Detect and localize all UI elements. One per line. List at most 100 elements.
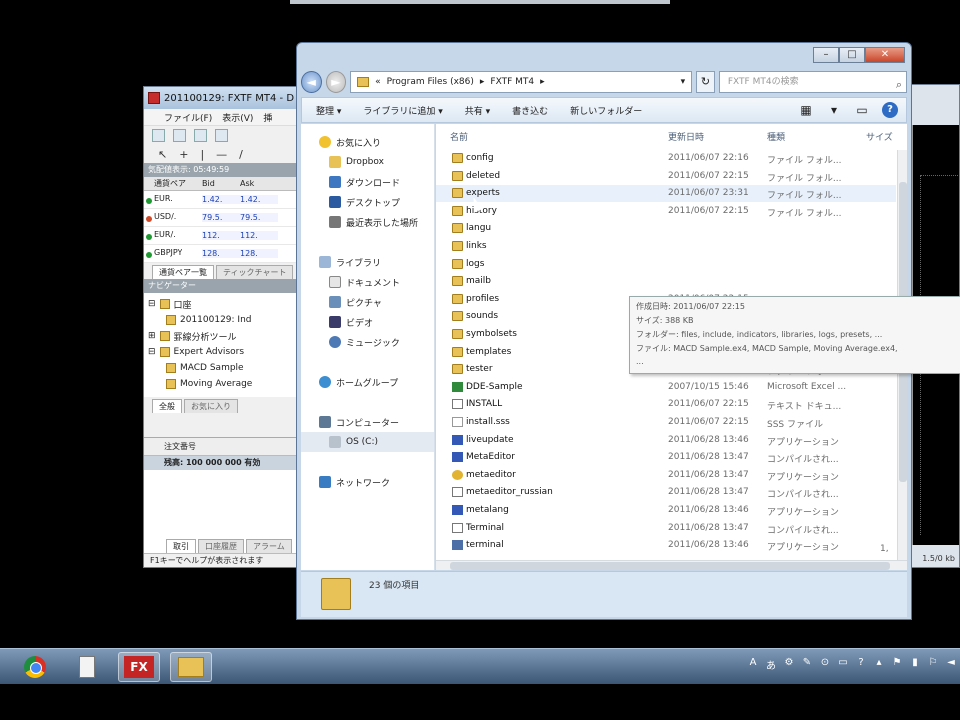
tab-alerts[interactable]: アラーム	[246, 539, 292, 553]
file-row[interactable]: liveupdate 2011/06/28 13:46 アプリケーション	[436, 432, 896, 449]
tray-icon[interactable]: ▭	[838, 657, 848, 672]
breadcrumb-program-files[interactable]: Program Files (x86)	[387, 77, 474, 87]
col-date-modified[interactable]: 更新日時	[668, 130, 704, 143]
col-bid[interactable]: Bid	[202, 179, 240, 188]
share-button[interactable]: 共有 ▾	[465, 104, 490, 117]
menu-file[interactable]: ファイル(F)	[164, 111, 212, 124]
breadcrumb-chevron[interactable]: «	[375, 77, 381, 87]
col-name[interactable]: 名前	[450, 130, 468, 143]
file-row[interactable]: history 2011/06/07 22:15 ファイル フォル...	[436, 203, 896, 220]
file-row[interactable]: DDE-Sample 2007/10/15 15:46 Microsoft Exce…	[436, 379, 896, 396]
nav-drive-c[interactable]: OS (C:)	[301, 432, 434, 452]
menu-view[interactable]: 表示(V)	[222, 111, 253, 124]
file-row[interactable]: install.sss 2011/06/07 22:15 SSS ファイル	[436, 414, 896, 431]
col-type[interactable]: 種類	[767, 130, 785, 143]
address-dropdown-icon[interactable]: ▾	[681, 77, 692, 87]
file-row[interactable]: MetaEditor 2011/06/28 13:47 コンパイルされ...	[436, 449, 896, 466]
back-button[interactable]: ◄	[301, 71, 322, 93]
tray-icon[interactable]: A	[748, 657, 758, 672]
breadcrumb-fxtf-mt4[interactable]: FXTF MT4	[490, 77, 534, 87]
file-row[interactable]: mailb	[436, 273, 896, 290]
tab-trade[interactable]: 取引	[166, 539, 196, 553]
nav-recent-places[interactable]: 最近表示した場所	[301, 212, 434, 232]
file-row[interactable]: langu	[436, 220, 896, 237]
market-watch-row[interactable]: EUR. 1.42. 1.42.	[144, 191, 302, 209]
nav-expert-advisors[interactable]: ⊟ Expert Advisors	[148, 344, 298, 360]
market-watch-row[interactable]: EUR/. 112. 112.	[144, 227, 302, 245]
nav-documents[interactable]: ドキュメント	[301, 272, 434, 292]
tray-icon[interactable]: ◄	[946, 657, 956, 672]
tray-icon[interactable]: ⚐	[928, 657, 938, 672]
organize-button[interactable]: 整理 ▾	[316, 104, 341, 117]
tab-account-history[interactable]: 口座履歴	[198, 539, 244, 553]
trendline-icon[interactable]: /	[239, 148, 243, 161]
tray-icon[interactable]: ▮	[910, 657, 920, 672]
cursor-tool-icon[interactable]: ↖	[158, 148, 167, 161]
nav-homegroup[interactable]: ホームグループ	[301, 372, 434, 392]
terminal-header[interactable]: 注文番号	[144, 438, 302, 456]
explorer-window[interactable]: – □ ✕ ◄ ► « Program Files (x86) ▸ FXTF M…	[296, 42, 960, 620]
horizontal-scrollbar[interactable]	[436, 560, 907, 570]
file-row[interactable]: logs	[436, 256, 896, 273]
market-watch-row[interactable]: USD/. 79.5. 79.5.	[144, 209, 302, 227]
close-button[interactable]: ✕	[865, 47, 905, 63]
file-row[interactable]: deleted 2011/06/07 22:15 ファイル フォル...	[436, 168, 896, 185]
taskbar-document[interactable]	[66, 652, 108, 682]
file-row[interactable]: metalang 2011/06/28 13:46 アプリケーション	[436, 502, 896, 519]
burn-button[interactable]: 書き込む	[512, 104, 548, 117]
tray-icon[interactable]: ⚑	[892, 657, 902, 672]
file-row[interactable]: experts 2011/06/07 23:31 ファイル フォル...	[436, 185, 896, 203]
nav-dropbox[interactable]: Dropbox	[301, 152, 434, 172]
nav-network[interactable]: ネットワーク	[301, 472, 434, 492]
taskbar-chrome[interactable]	[14, 652, 56, 682]
nav-accounts[interactable]: ⊟ 口座	[148, 296, 298, 312]
vertical-line-icon[interactable]: |	[200, 148, 204, 161]
tab-symbols[interactable]: 通貨ペア一覧	[152, 265, 214, 279]
nav-macd-sample[interactable]: MACD Sample	[148, 360, 298, 376]
nav-desktop[interactable]: デスクトップ	[301, 192, 434, 212]
file-row[interactable]: metaeditor 2011/06/28 13:47 アプリケーション	[436, 467, 896, 484]
help-icon[interactable]: ?	[882, 102, 898, 118]
new-folder-button[interactable]: 新しいフォルダー	[570, 104, 642, 117]
tray-icon[interactable]: あ	[766, 657, 776, 672]
file-row[interactable]: INSTALL 2011/06/07 22:15 テキスト ドキュ...	[436, 396, 896, 413]
nav-moving-average[interactable]: Moving Average	[148, 376, 298, 392]
taskbar-mt4[interactable]: FX	[118, 652, 160, 682]
nav-computer[interactable]: コンピューター	[301, 412, 434, 432]
mt4-titlebar[interactable]: 201100129: FXTF MT4 - D	[144, 87, 302, 109]
file-row[interactable]: links	[436, 238, 896, 255]
navigator-icon[interactable]	[215, 129, 228, 142]
tray-icon[interactable]: ⚙	[784, 657, 794, 672]
view-dropdown-icon[interactable]: ▾	[826, 102, 842, 118]
menu-insert[interactable]: 挿	[263, 111, 272, 124]
nav-videos[interactable]: ビデオ	[301, 312, 434, 332]
taskbar-explorer[interactable]	[170, 652, 212, 682]
forward-button[interactable]: ►	[325, 71, 347, 93]
minimize-button[interactable]: –	[813, 47, 839, 63]
chart-icon[interactable]	[194, 129, 207, 142]
tray-icon[interactable]: ⊙	[820, 657, 830, 672]
add-to-library-button[interactable]: ライブラリに追加 ▾	[363, 104, 442, 117]
file-row[interactable]: metaeditor_russian 2011/06/28 13:47 コンパイルさ…	[436, 484, 896, 501]
nav-favorites[interactable]: お気に入り	[301, 132, 434, 152]
nav-indicators[interactable]: ⊞ 罫線分析ツール	[148, 328, 298, 344]
tray-icon[interactable]: ✎	[802, 657, 812, 672]
new-chart-icon[interactable]	[152, 129, 165, 142]
market-watch-row[interactable]: GBPJPY 128. 128.	[144, 245, 302, 263]
balance-row[interactable]: 残高: 100 000 000 有効	[144, 456, 302, 470]
tab-tick-chart[interactable]: ティックチャート	[216, 265, 294, 279]
breadcrumb-separator[interactable]: ▸	[480, 77, 485, 87]
nav-downloads[interactable]: ダウンロード	[301, 172, 434, 192]
address-bar[interactable]: « Program Files (x86) ▸ FXTF MT4 ▸ ▾	[350, 71, 693, 93]
nav-music[interactable]: ミュージック	[301, 332, 434, 352]
file-row[interactable]: terminal 2011/06/28 13:46 アプリケーション	[436, 537, 896, 554]
file-row[interactable]: config 2011/06/07 22:16 ファイル フォル...	[436, 150, 896, 167]
horizontal-scroll-thumb[interactable]	[450, 562, 890, 570]
breadcrumb-separator[interactable]: ▸	[540, 77, 545, 87]
nav-pictures[interactable]: ピクチャ	[301, 292, 434, 312]
search-input[interactable]: FXTF MT4の検索 ⌕	[718, 71, 908, 93]
nav-libraries[interactable]: ライブラリ	[301, 252, 434, 272]
col-symbol[interactable]: 通貨ペア	[144, 178, 202, 189]
crosshair-icon[interactable]: +	[179, 148, 188, 161]
file-row[interactable]: Terminal 2011/06/28 13:47 コンパイルされ...	[436, 520, 896, 537]
